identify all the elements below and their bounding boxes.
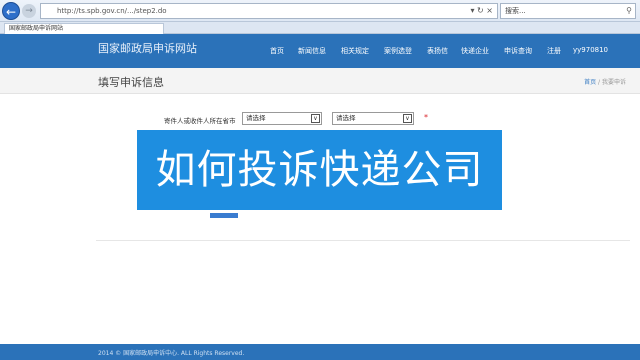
city-select-value: 请选择 [336, 114, 356, 122]
nav-companies[interactable]: 快递企业 [461, 46, 489, 56]
nav-regulations[interactable]: 相关规定 [341, 46, 369, 56]
nav-news[interactable]: 新闻信息 [298, 46, 326, 56]
city-select[interactable]: 请选择 ∨ [332, 112, 414, 125]
page-title-bar: 填写申诉信息 首页 / 我要申诉 [0, 68, 640, 94]
browser-toolbar: ← → http://ts.spb.gov.cn/.../step2.do ▾ … [0, 0, 640, 22]
page-title: 填写申诉信息 [98, 76, 164, 89]
nav-username[interactable]: yy970810 [573, 46, 608, 54]
breadcrumb-home[interactable]: 首页 [584, 79, 596, 86]
site-title: 国家邮政局申诉网站 [98, 42, 197, 55]
site-header: 国家邮政局申诉网站 首页 新闻信息 相关规定 案例选登 表扬信 快递企业 申诉查… [0, 34, 640, 68]
chevron-down-icon: ∨ [311, 114, 320, 123]
chevron-down-icon: ∨ [403, 114, 412, 123]
required-marker: * [424, 113, 428, 122]
nav-query[interactable]: 申诉查询 [504, 46, 532, 56]
breadcrumb: 首页 / 我要申诉 [584, 77, 626, 86]
province-select-value: 请选择 [246, 114, 266, 122]
footer-copyright: 2014 © 国家邮政局申诉中心. ALL Rights Reserved. [98, 350, 245, 357]
back-arrow-icon[interactable]: ← [2, 2, 20, 20]
tab-strip: 国家邮政局申诉网站 [0, 22, 640, 34]
divider [96, 240, 630, 241]
forward-arrow-icon[interactable]: → [22, 4, 36, 18]
site-footer: 2014 © 国家邮政局申诉中心. ALL Rights Reserved. [0, 344, 640, 360]
overlay-title: 如何投诉快递公司 [155, 147, 484, 193]
search-icon[interactable]: ⚲ [626, 4, 632, 18]
search-placeholder: 搜索... [505, 7, 526, 15]
browser-search-input[interactable]: 搜索... ⚲ [500, 3, 636, 19]
province-label: 寄件人或收件人所在省市 [164, 117, 236, 125]
nav-register[interactable]: 注册 [547, 46, 561, 56]
address-bar[interactable]: http://ts.spb.gov.cn/.../step2.do ▾ ↻ × [40, 3, 498, 19]
province-form-row: 寄件人或收件人所在省市 请选择 ∨ 请选择 ∨ * [0, 112, 640, 128]
video-title-overlay: 如何投诉快递公司 [137, 130, 502, 210]
province-select[interactable]: 请选择 ∨ [242, 112, 322, 125]
browser-tab[interactable]: 国家邮政局申诉网站 [4, 23, 164, 34]
submit-button[interactable] [210, 213, 238, 218]
nav-cases[interactable]: 案例选登 [384, 46, 412, 56]
nav-home[interactable]: 首页 [270, 46, 284, 56]
breadcrumb-separator: / [598, 79, 601, 86]
nav-praise[interactable]: 表扬信 [427, 46, 448, 56]
refresh-icon[interactable]: ▾ ↻ × [470, 4, 493, 18]
address-text: http://ts.spb.gov.cn/.../step2.do [57, 7, 167, 15]
breadcrumb-current: 我要申诉 [601, 79, 626, 86]
